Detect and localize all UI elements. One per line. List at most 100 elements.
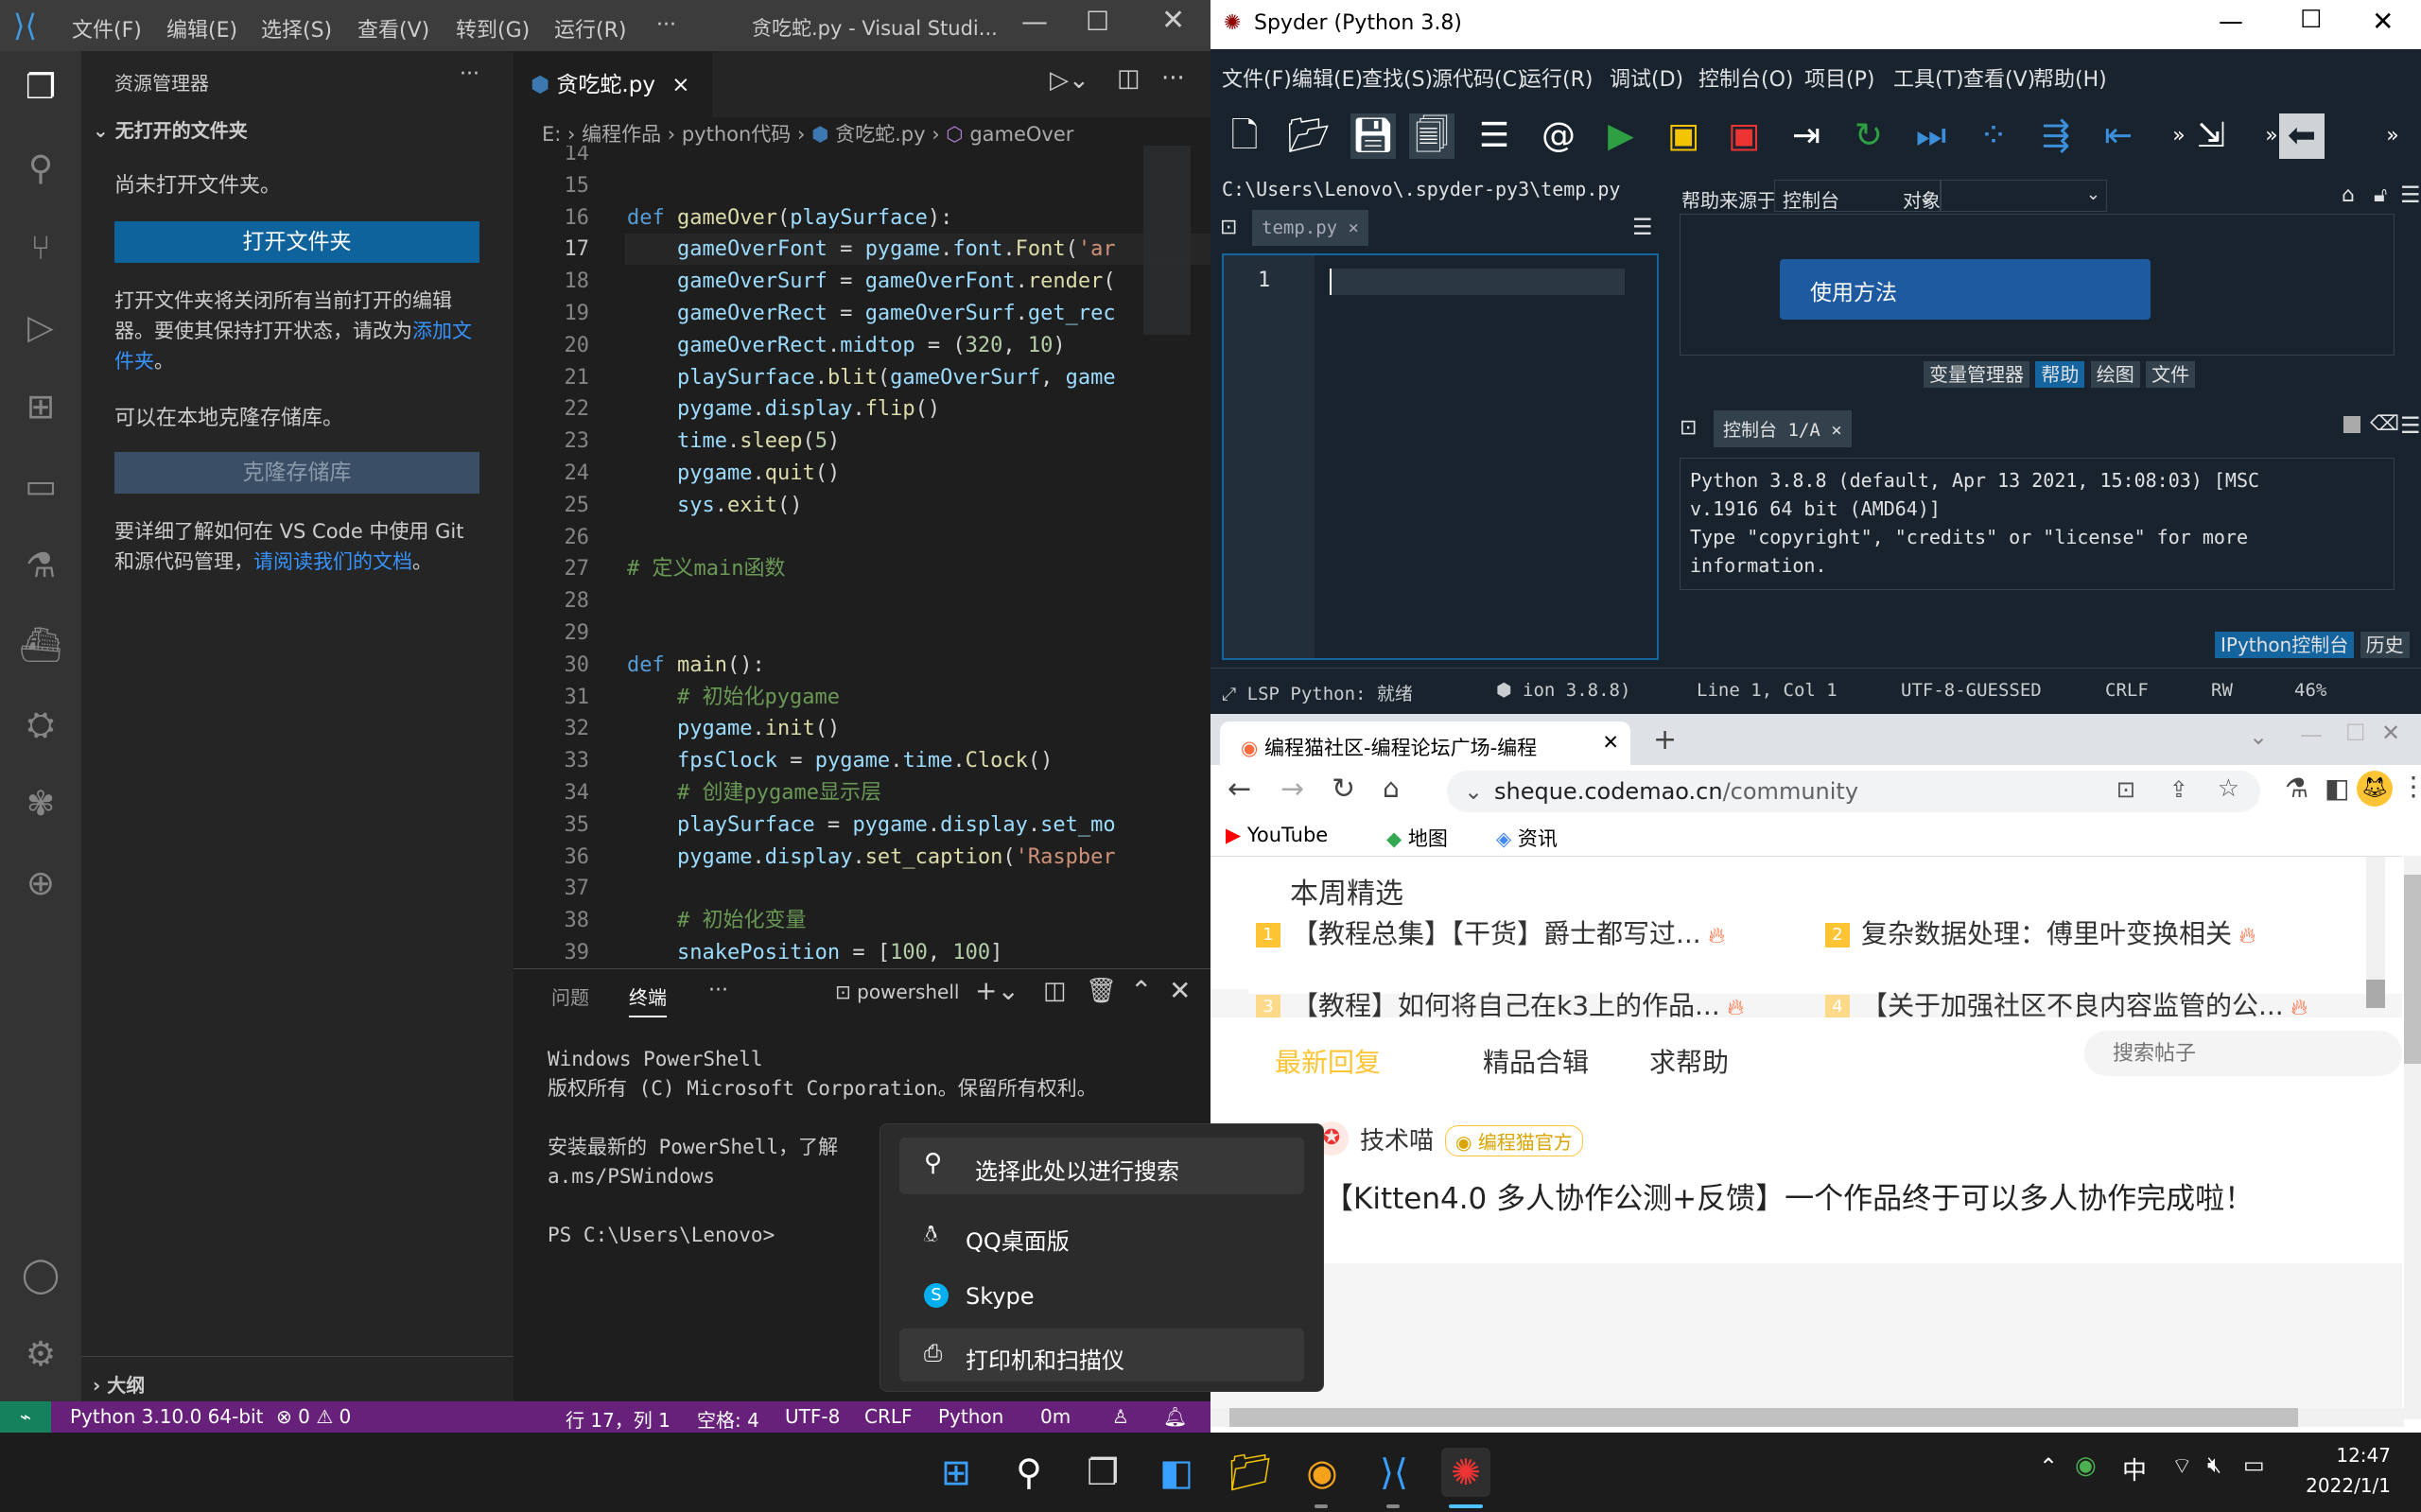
menu-file[interactable]: 文件(F) — [72, 13, 142, 43]
search-posts-input[interactable] — [2084, 1031, 2402, 1076]
popup-item-skype[interactable]: S Skype — [899, 1270, 1304, 1323]
task-view-icon[interactable]: ❐ — [1078, 1448, 1127, 1497]
weekly-pick-item[interactable]: 1 【教程总集】【干货】爵士都写过... 🔥︎ — [1256, 913, 1725, 951]
split-terminal-icon[interactable]: ◫ — [1043, 977, 1067, 1005]
code-line[interactable]: gameOverRect = gameOverSurf.get_rec — [627, 298, 1116, 330]
outline-section[interactable]: › 大纲 — [81, 1356, 514, 1401]
code-line[interactable]: playSurface = pygame.display.set_mo — [627, 809, 1116, 842]
spyder-menu-item[interactable]: 运行(R) — [1521, 62, 1593, 93]
code-line[interactable]: fpsClock = pygame.time.Clock() — [627, 745, 1053, 777]
new-terminal-icon[interactable]: +⌄ — [975, 975, 1019, 1006]
editor-more-icon[interactable]: ··· — [1161, 64, 1185, 93]
tab-help[interactable]: 帮助 — [2035, 361, 2085, 388]
wifi-icon[interactable]: ⌔ — [2171, 1451, 2193, 1480]
close-panel-icon[interactable]: ✕ — [1169, 975, 1191, 1006]
spyder-menu-item[interactable]: 项目(P) — [1804, 62, 1874, 93]
maximize-pane-icon[interactable]: ⇲ — [2188, 113, 2234, 159]
chrome-icon[interactable]: ◉ — [1298, 1448, 1347, 1497]
editor-options-icon[interactable]: ☰ — [1632, 214, 1653, 240]
clock-time[interactable]: 12:47 — [2315, 1444, 2391, 1467]
start-windows-icon[interactable]: ⊞ — [932, 1448, 981, 1497]
code-line[interactable]: # 初始化pygame — [627, 682, 840, 714]
tab-latest-replies[interactable]: 最新回复 — [1275, 1042, 1381, 1080]
help-options-icon[interactable]: ☰ — [2400, 182, 2421, 208]
no-folder-section[interactable]: ⌄ 无打开的文件夹 — [93, 115, 248, 143]
volume-muted-icon[interactable]: 🔇︎ — [2207, 1451, 2221, 1478]
current-line[interactable] — [1330, 269, 1625, 295]
code-line[interactable]: # 定义main函数 — [627, 553, 785, 585]
tab-featured[interactable]: 精品合辑 — [1483, 1042, 1589, 1080]
translate-icon[interactable]: ⊡ — [2116, 776, 2135, 803]
bell-icon[interactable]: 🔔︎ — [1163, 1405, 1187, 1428]
address-bar[interactable]: ⌄ sheque.codemao.cn/community ⊡ ⇪ ☆ — [1447, 771, 2260, 812]
spyder-menu-item[interactable]: 源代码(C) — [1432, 62, 1525, 93]
file-explorer-icon[interactable]: 📁︎ — [1226, 1448, 1275, 1497]
python-icon[interactable]: ⛭ — [17, 702, 64, 749]
search-icon[interactable]: ⚲ — [17, 146, 64, 193]
popup-search-box[interactable]: ⚲ 选择此处以进行搜索 — [899, 1138, 1304, 1194]
vscode-icon[interactable]: ⟩⟨ — [1369, 1448, 1419, 1497]
run-debug-icon[interactable]: ▷ — [17, 304, 64, 352]
code-line[interactable]: def gameOver(playSurface): — [627, 202, 952, 235]
new-file-icon[interactable]: 🗋 — [1222, 113, 1267, 159]
page-scrollbar[interactable] — [2404, 856, 2421, 1419]
menu-select[interactable]: 选择(S) — [261, 13, 332, 43]
tab-snake-py[interactable]: ⬢ 贪吃蛇.py × — [514, 51, 712, 117]
battery-icon[interactable]: ▭ — [2243, 1451, 2265, 1478]
side-panel-icon[interactable]: ◧ — [2325, 773, 2349, 804]
tab-codemao[interactable]: ◉ 编程猫社区-编程论坛广场-编程 ✕ — [1220, 721, 1630, 765]
problems-count[interactable]: ⊗ 0 ⚠ 0 — [276, 1405, 351, 1428]
tab-temp-py[interactable]: temp.py × — [1252, 210, 1368, 246]
code-line[interactable]: time.sleep(5) — [627, 426, 840, 458]
line-ending[interactable]: CRLF — [864, 1405, 913, 1428]
tab-console[interactable]: 控制台 1/A × — [1714, 410, 1852, 447]
reload-icon[interactable]: ↻ — [1332, 773, 1355, 806]
post-title[interactable]: 【Kitten4.0 多人协作公测+反馈】一个作品终于可以多人协作完成啦！ — [1324, 1174, 2254, 1217]
lock-icon[interactable]: 🔓︎ — [2374, 183, 2387, 207]
globe-icon[interactable]: ⊕ — [17, 860, 64, 908]
tab-search-icon[interactable]: ⌄ — [2249, 723, 2268, 750]
docker-icon[interactable]: ⛴ — [17, 622, 64, 669]
post-card[interactable]: ✪ 技术喵 ◉ 编程猫官方 【Kitten4.0 多人协作公测+反馈】一个作品终… — [1210, 1093, 2402, 1263]
weekly-pick-item[interactable]: 2 复杂数据处理：傅里叶变换相关 🔥︎ — [1825, 913, 2256, 951]
run-cell-icon[interactable]: ▣ — [1661, 113, 1706, 159]
code-line[interactable]: gameOverRect.midtop = (320, 10) — [627, 330, 1066, 362]
tab-problems[interactable]: 问题 — [551, 982, 589, 1010]
step-icon[interactable]: ⁘ — [1971, 113, 2016, 159]
back-arrow-icon[interactable]: ⬅ — [2279, 113, 2325, 159]
source-control-icon[interactable]: ⑂ — [17, 225, 64, 272]
popup-item-printers[interactable]: ⎙ 打印机和扫描仪 — [899, 1329, 1304, 1382]
home-icon[interactable]: ⌂ — [1383, 773, 1400, 804]
split-editor-icon[interactable]: ◫ — [1117, 64, 1141, 93]
minimize-icon[interactable]: — — [2219, 8, 2243, 36]
indentation[interactable]: 空格: 4 — [697, 1405, 759, 1433]
run-cell-advance-icon[interactable]: ▣ — [1721, 113, 1767, 159]
new-tab-icon[interactable]: + — [1653, 723, 1677, 756]
save-icon[interactable]: 💾︎ — [1350, 113, 1396, 159]
bookmark-news[interactable]: ◈ 资讯 — [1496, 824, 1558, 852]
spyder-menu-item[interactable]: 工具(T) — [1893, 62, 1964, 93]
tab-files[interactable]: 文件 — [2146, 361, 2196, 388]
step-into-icon[interactable]: ⇶ — [2033, 113, 2079, 159]
save-all-icon[interactable]: 🗐 — [1409, 113, 1454, 159]
code-line[interactable]: pygame.display.flip() — [627, 393, 940, 426]
rerun-icon[interactable]: ↻ — [1846, 113, 1891, 159]
encoding[interactable]: UTF-8 — [785, 1405, 840, 1428]
debug-icon[interactable]: ⏭ — [1908, 113, 1954, 159]
tray-app-icon[interactable]: ◉ — [2075, 1451, 2097, 1480]
read-docs-link[interactable]: 请阅读我们的文档 — [253, 550, 412, 573]
run-file-icon[interactable]: ▷⌄ — [1050, 66, 1089, 95]
search-icon[interactable]: ⚲ — [1004, 1448, 1054, 1497]
code-editor[interactable]: 14 15 16 def gameOver(playSurface): 17 gameO… — [514, 146, 1210, 968]
minimap[interactable] — [1143, 146, 1191, 335]
browse-tabs-icon[interactable]: ⊡ — [1220, 216, 1237, 239]
browse-tabs-icon[interactable]: ⊡ — [1680, 416, 1697, 440]
horizontal-scrollbar[interactable] — [1210, 1408, 2404, 1427]
step-return-icon[interactable]: ⇤ — [2096, 113, 2141, 159]
python-interpreter[interactable]: Python 3.10.0 64-bit — [70, 1405, 263, 1428]
terminal-shell-selector[interactable]: ⊡ powershell — [835, 981, 959, 1003]
spyder-menu-item[interactable]: 调试(D) — [1610, 62, 1683, 93]
code-line[interactable]: snakePosition = [100, 100] — [627, 937, 1002, 968]
code-line[interactable]: def main(): — [627, 650, 765, 682]
panel-more-icon[interactable]: ··· — [708, 979, 728, 1002]
